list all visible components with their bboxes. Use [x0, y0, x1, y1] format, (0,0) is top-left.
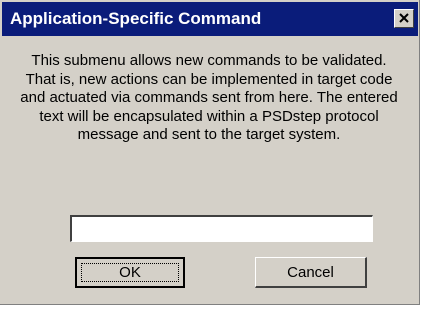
- ok-button-label: OK: [81, 263, 179, 282]
- dialog-message: This submenu allows new commands to be v…: [20, 52, 398, 143]
- title-bar[interactable]: Application-Specific Command: [2, 2, 418, 36]
- cancel-button[interactable]: Cancel: [255, 257, 367, 288]
- application-specific-command-dialog: Application-Specific Command This submen…: [0, 0, 420, 305]
- close-button[interactable]: [394, 9, 414, 28]
- command-text-input[interactable]: [70, 215, 373, 242]
- close-icon: [399, 13, 409, 23]
- ok-button[interactable]: OK: [75, 257, 185, 288]
- dialog-title: Application-Specific Command: [10, 9, 262, 28]
